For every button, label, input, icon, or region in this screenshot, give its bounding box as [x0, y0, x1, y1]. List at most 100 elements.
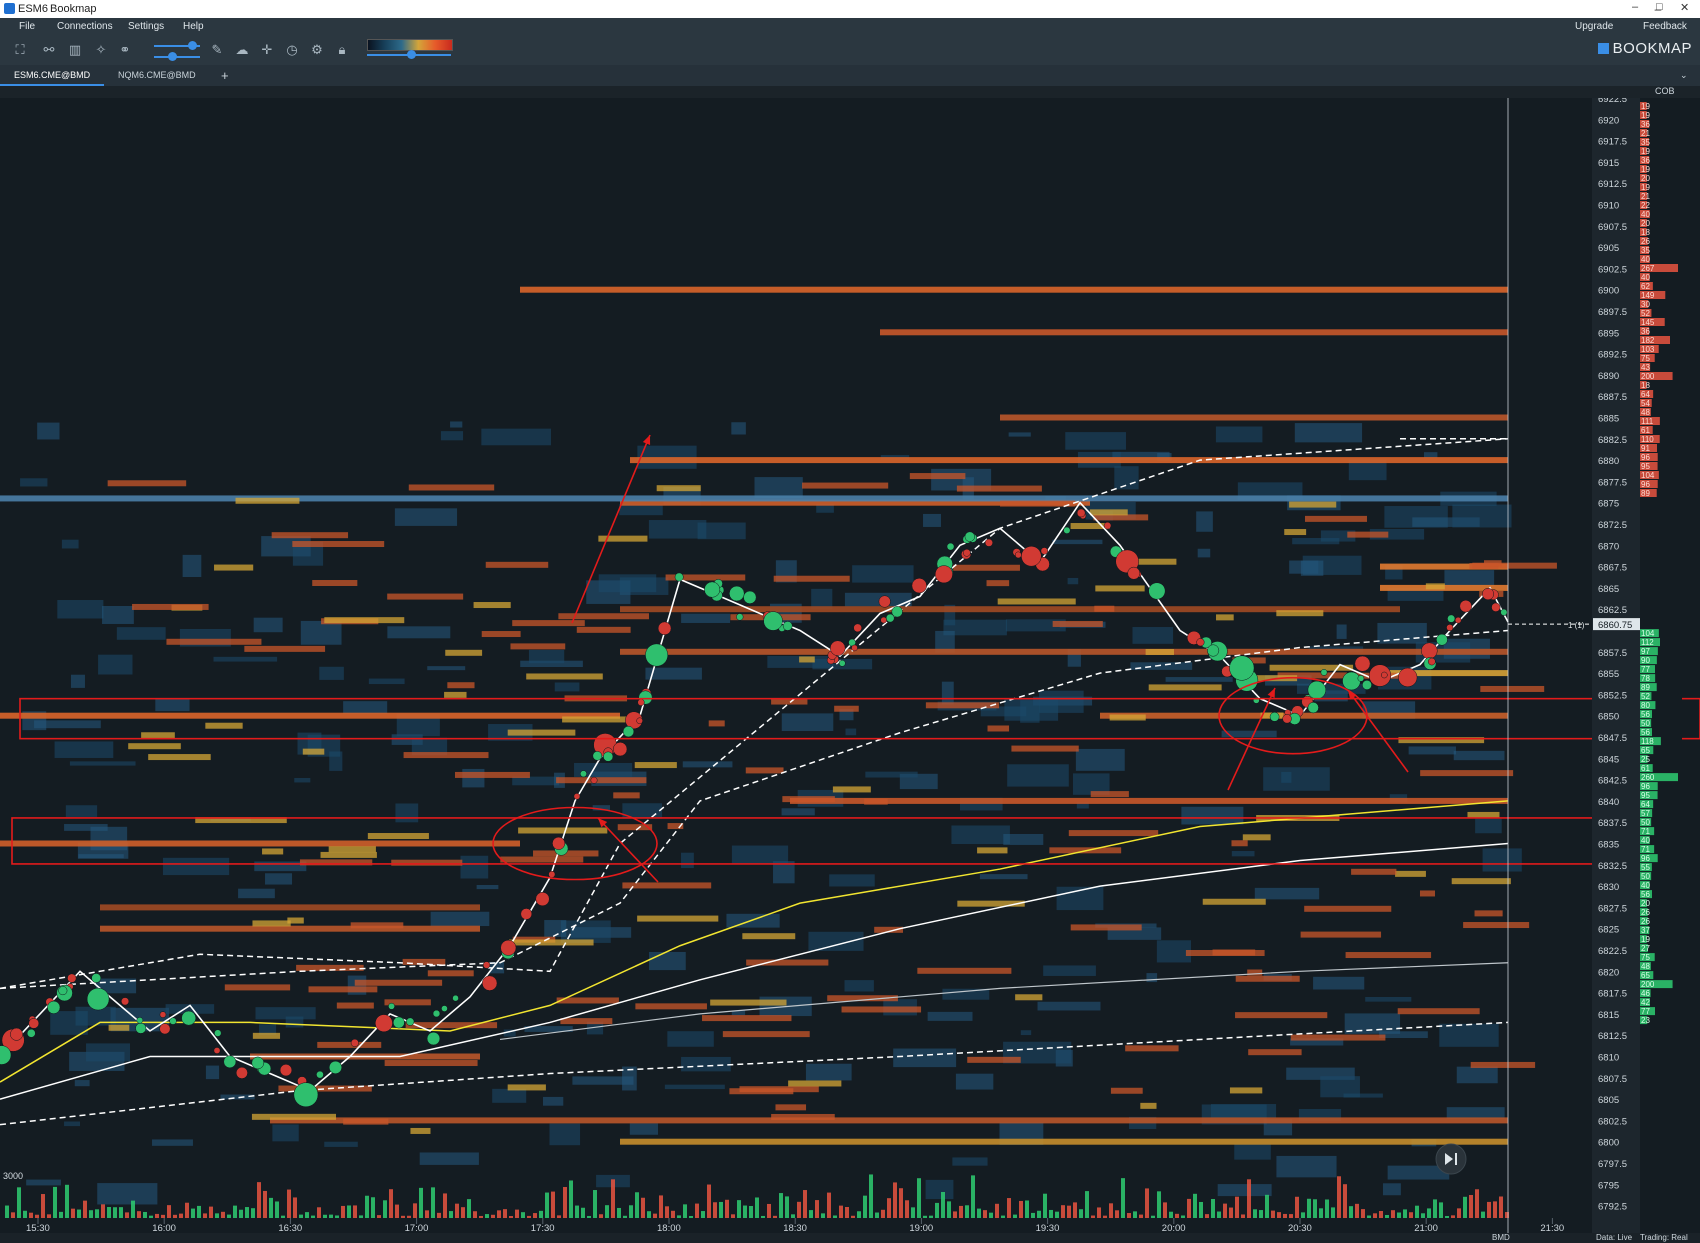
heat-cell: [613, 792, 640, 799]
volume-bar: [971, 1175, 975, 1218]
heat-cell: [1215, 426, 1263, 443]
heat-cell: [773, 575, 850, 582]
menu-connections[interactable]: Connections: [57, 21, 113, 32]
volume-bar: [125, 1212, 129, 1218]
trade-bubble: [613, 742, 628, 757]
cob-header: COB: [1655, 86, 1675, 96]
heat-cell: [802, 482, 889, 489]
volume-bar: [725, 1199, 729, 1218]
price-label: 6882.5: [1598, 435, 1627, 446]
trade-bubble: [1368, 664, 1392, 687]
volume-bar: [1385, 1214, 1389, 1218]
upgrade-link[interactable]: Upgrade: [1575, 21, 1613, 32]
cob-ask-value: 64: [1641, 390, 1650, 399]
timer-icon[interactable]: ◷: [284, 42, 300, 58]
trade-bubble: [1063, 526, 1071, 534]
cursor-icon[interactable]: ✛: [259, 42, 275, 58]
feedback-link[interactable]: Feedback: [1643, 21, 1687, 32]
trade-bubble: [214, 1029, 222, 1037]
volume-bar: [1367, 1215, 1371, 1218]
maximize-icon[interactable]: □: [1656, 1, 1663, 13]
cob-bid-value: 56: [1641, 890, 1650, 899]
trade-bubble: [934, 565, 953, 584]
volume-bar: [425, 1210, 429, 1218]
price-label: 6825: [1598, 925, 1619, 936]
heat-cell: [955, 1073, 994, 1090]
share-icon[interactable]: ⚯: [41, 42, 57, 58]
heat-cell: [781, 808, 815, 816]
heat-cell: [865, 771, 918, 778]
volume-bar: [545, 1192, 549, 1218]
menu-help[interactable]: Help: [183, 21, 204, 32]
volume-bar: [1175, 1213, 1179, 1218]
volume-bar: [713, 1202, 717, 1218]
volume-slider-icon[interactable]: [144, 40, 202, 62]
heat-cell: [252, 920, 291, 927]
heat-cell: [667, 1031, 714, 1047]
cob-bid-value: 23: [1641, 1016, 1650, 1025]
volume-bar: [65, 1184, 69, 1218]
add-tab-icon[interactable]: +: [221, 65, 229, 86]
trade-bubble: [1500, 608, 1508, 616]
heat-cell: [941, 681, 954, 705]
heat-cell: [637, 915, 719, 922]
color-scale-icon[interactable]: [367, 39, 453, 61]
volume-bar: [1031, 1212, 1035, 1218]
cob-bid-value: 40: [1641, 836, 1650, 845]
volume-bar: [191, 1208, 195, 1218]
chart-icon[interactable]: ▥: [67, 42, 83, 58]
trade-bubble: [1269, 711, 1280, 722]
volume-bar: [665, 1206, 669, 1218]
heat-cell: [1419, 890, 1436, 897]
settings-icon[interactable]: ⚙: [309, 42, 325, 58]
heat-cell: [265, 873, 293, 885]
heat-cell: [155, 697, 190, 712]
heat-cell: [726, 913, 780, 928]
heat-cell: [148, 754, 211, 761]
price-label: 6870: [1598, 541, 1619, 552]
heat-cell: [336, 1002, 374, 1009]
trade-bubble: [1196, 638, 1205, 647]
heatmap-chart[interactable]: 6922.5 6920 6917.5 6915 6912.5 6910 6907.5 6905…: [0, 98, 1700, 1233]
heat-cell: [544, 920, 567, 937]
heat-cell: [619, 504, 663, 516]
menu-file[interactable]: File: [19, 21, 35, 32]
trade-bubble: [590, 776, 598, 784]
cob-ask-value: 19: [1641, 165, 1650, 174]
trade-bubble: [482, 961, 491, 969]
heat-cell: [20, 478, 48, 487]
link-icon[interactable]: ⚭: [117, 42, 133, 58]
pencil-icon[interactable]: ✎: [209, 42, 225, 58]
trade-bubble: [251, 1056, 265, 1070]
crosshair-icon[interactable]: ✧: [93, 42, 109, 58]
heat-cell: [788, 1080, 842, 1087]
sub-bar: [0, 86, 1700, 98]
trade-bubble: [1398, 667, 1418, 687]
volume-bar: [1457, 1208, 1461, 1218]
fit-screen-icon[interactable]: ⛶: [12, 42, 28, 58]
heat-cell: [634, 762, 677, 769]
heat-cell: [754, 477, 803, 498]
heat-cell: [205, 722, 243, 729]
lock-icon[interactable]: 🔒︎: [334, 42, 350, 58]
trade-bubble: [10, 1027, 23, 1041]
heat-cell: [1052, 620, 1103, 627]
heat-cell: [419, 1152, 479, 1165]
heat-cell: [1300, 560, 1324, 576]
comment-icon[interactable]: ☁: [234, 42, 250, 58]
liquidity-band: [1100, 712, 1508, 719]
play-forward-button[interactable]: [1435, 1143, 1467, 1175]
close-icon[interactable]: ✕: [1680, 1, 1689, 14]
volume-bar: [203, 1213, 207, 1218]
chevron-down-icon[interactable]: ⌄: [1680, 65, 1688, 86]
tab-esm6[interactable]: ESM6.CME@BMD ✕: [0, 65, 104, 101]
liquidity-band: [620, 648, 1508, 655]
volume-bar: [743, 1205, 747, 1218]
menu-settings[interactable]: Settings: [128, 21, 164, 32]
cob-ask-value: 75: [1641, 354, 1650, 363]
minimize-icon[interactable]: –: [1632, 1, 1638, 13]
heat-cell: [262, 848, 284, 855]
tab-nqm6[interactable]: NQM6.CME@BMD ✕: [104, 65, 208, 101]
volume-bar: [1403, 1209, 1407, 1218]
tab-label: ESM6.CME@BMD: [14, 70, 91, 80]
